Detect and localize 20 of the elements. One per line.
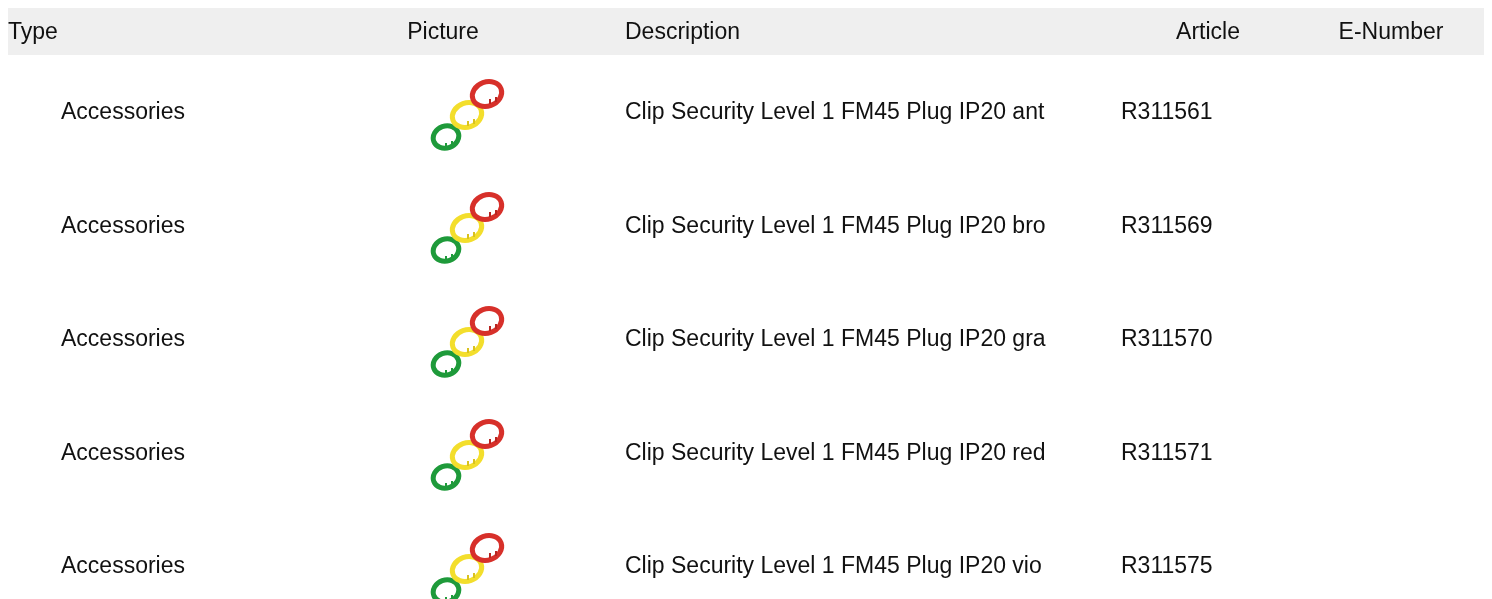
table-cell-text: Clip Security Level 1 FM45 Plug IP20 ant	[624, 98, 1046, 126]
column-header: Type	[8, 18, 58, 45]
table-cell-text: Accessories	[60, 438, 186, 466]
table-cell-text: Accessories	[60, 98, 186, 126]
column-header: Description	[624, 18, 741, 45]
column-header: Picture	[407, 18, 479, 45]
table-cell-text: Accessories	[60, 211, 186, 239]
table-cell-text: Accessories	[60, 325, 186, 353]
table-cell-text: Clip Security Level 1 FM45 Plug IP20 red	[624, 438, 1047, 466]
column-header: Article	[1176, 18, 1240, 45]
table-cell-text: Accessories	[60, 552, 186, 580]
table-cell-text: Clip Security Level 1 FM45 Plug IP20 gra	[624, 325, 1047, 353]
table-cell-text: R311575	[1120, 552, 1214, 580]
table-cell-text: R311571	[1120, 438, 1214, 466]
table-cell-text: R311570	[1120, 325, 1214, 353]
table-cell-text: R311561	[1120, 98, 1214, 126]
column-header: E-Number	[1338, 18, 1444, 45]
table-cell-text: Clip Security Level 1 FM45 Plug IP20 vio	[624, 552, 1043, 580]
table-cell-text: Clip Security Level 1 FM45 Plug IP20 bro	[624, 211, 1047, 239]
table-cell-text: R311569	[1120, 211, 1214, 239]
